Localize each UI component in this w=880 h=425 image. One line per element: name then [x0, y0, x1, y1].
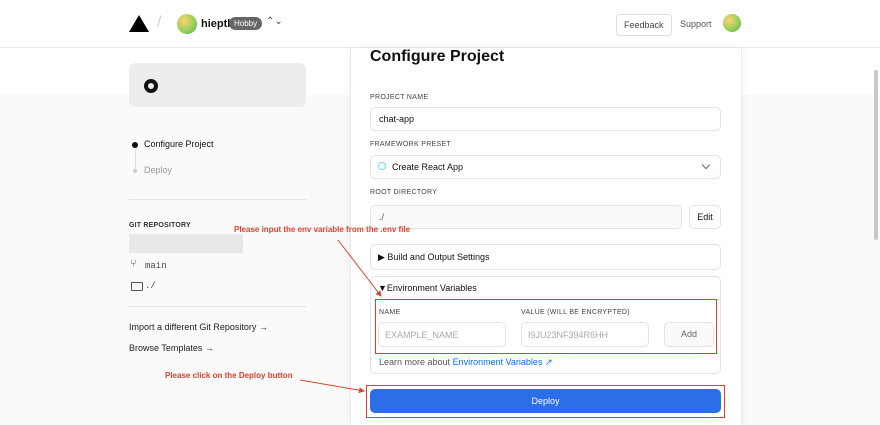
annotation-arrows — [299, 239, 382, 394]
env-annotation-arrow — [337, 239, 382, 297]
deploy-annotation-arrow — [299, 379, 365, 394]
scrollbar-thumb[interactable] — [874, 70, 878, 240]
